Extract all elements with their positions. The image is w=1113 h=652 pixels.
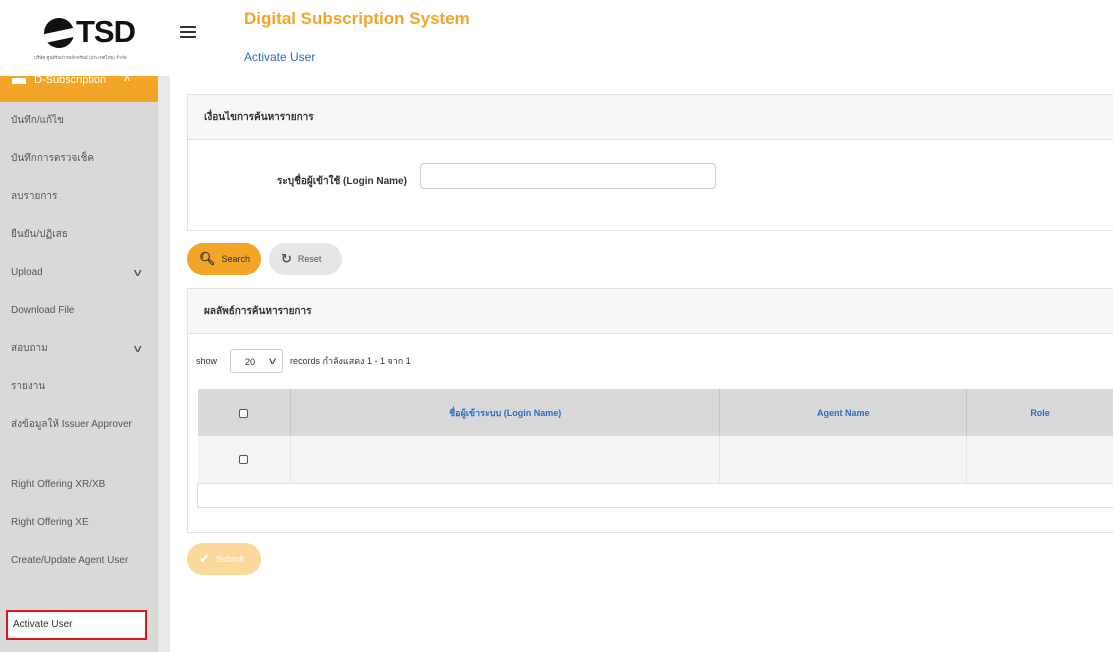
search-results-title: ผลลัพธ์การค้นหารายการ — [188, 289, 1113, 334]
search-results-panel: ผลลัพธ์การค้นหารายการ show 20 v records … — [187, 288, 1113, 533]
chevron-down-icon: v — [269, 356, 276, 367]
check-icon: ✔ — [199, 551, 210, 566]
login-name-label: ระบุชื่อผู้เข้าใช้ (Login Name) — [277, 176, 407, 187]
sidebar-item-record-check[interactable]: บันทึกการตรวจเช็ค — [0, 140, 158, 178]
agent-name-cell — [719, 436, 968, 484]
sidebar-item-inquiry[interactable]: สอบถาม v — [0, 330, 158, 368]
sidebar-item-record-edit[interactable]: บันทึก/แก้ไข — [0, 102, 158, 140]
results-table: ชื่อผู้เข้าระบบ (Login Name) Agent Name … — [197, 389, 1113, 508]
logo-mark-icon — [44, 18, 74, 48]
chevron-down-icon: v — [133, 267, 142, 279]
search-button[interactable]: 🔍︎ Search — [187, 243, 261, 275]
page-title: Activate User — [244, 50, 316, 64]
logo-text: TSD — [76, 14, 136, 49]
logo-subtitle: บริษัท ศูนย์รับฝากหลักทรัพย์ (ประเทศไทย)… — [34, 55, 127, 60]
select-all-checkbox[interactable] — [239, 408, 249, 418]
sidebar-item-delete[interactable]: ลบรายการ — [0, 178, 158, 216]
chevron-down-icon: v — [133, 343, 142, 355]
sidebar-item-create-update-agent-user[interactable]: Create/Update Agent User — [0, 542, 158, 602]
sidebar-item-download-file[interactable]: Download File — [0, 292, 158, 330]
main-content: เงื่อนไขการค้นหารายการ ระบุชื่อผู้เข้าใช… — [170, 76, 1113, 652]
row-select-cell — [197, 436, 291, 484]
column-login-name[interactable]: ชื่อผู้เข้าระบบ (Login Name) — [290, 389, 721, 436]
table-row — [197, 436, 1113, 484]
sidebar-item-activate-user[interactable]: Activate User — [6, 610, 147, 640]
search-criteria-panel: เงื่อนไขการค้นหารายการ ระบุชื่อผู้เข้าใช… — [187, 94, 1113, 231]
select-all-header — [197, 389, 291, 436]
table-footer-row — [197, 482, 1113, 508]
reset-button[interactable]: ↻ Reset — [269, 243, 342, 275]
refresh-icon: ↻ — [281, 251, 292, 266]
sidebar-item-upload[interactable]: Upload v — [0, 254, 158, 292]
records-info: records กำลังแสดง 1 - 1 จาก 1 — [290, 356, 411, 366]
sidebar-group-d-subscription[interactable]: D-Subscription ^ — [0, 76, 158, 102]
column-role[interactable]: Role — [966, 389, 1113, 436]
sidebar-item-confirm-reject[interactable]: ยืนยัน/ปฏิเสธ — [0, 216, 158, 254]
folder-icon — [12, 78, 26, 84]
search-criteria-title: เงื่อนไขการค้นหารายการ — [188, 95, 1113, 140]
login-name-input[interactable] — [420, 163, 716, 189]
page-size-select[interactable]: 20 v — [230, 349, 283, 373]
row-checkbox[interactable] — [239, 454, 249, 464]
column-agent-name[interactable]: Agent Name — [719, 389, 968, 436]
login-name-cell — [290, 436, 721, 484]
sidebar-scrollbar[interactable] — [158, 76, 170, 652]
show-label: show — [196, 356, 218, 366]
sidebar-item-send-issuer-approver[interactable]: ส่งข้อมูลให้ Issuer Approver — [0, 406, 158, 466]
hamburger-icon[interactable] — [180, 26, 196, 38]
sidebar-group-label: D-Subscription — [34, 76, 107, 86]
submit-button[interactable]: ✔ Submit — [187, 543, 261, 575]
sidebar-item-report[interactable]: รายงาน — [0, 368, 158, 406]
sidebar-item-right-offering-xe[interactable]: Right Offering XE — [0, 504, 158, 542]
search-icon: 🔍︎ — [199, 251, 216, 266]
top-bar: TSD บริษัท ศูนย์รับฝากหลักทรัพย์ (ประเทศ… — [0, 0, 1113, 76]
chevron-up-icon: ^ — [124, 76, 131, 87]
table-header-row: ชื่อผู้เข้าระบบ (Login Name) Agent Name … — [197, 389, 1113, 436]
sidebar: D-Subscription ^ บันทึก/แก้ไข บันทึกการต… — [0, 76, 158, 652]
tsd-logo: TSD บริษัท ศูนย์รับฝากหลักทรัพย์ (ประเทศ… — [0, 0, 158, 76]
sidebar-item-right-offering-xr-xb[interactable]: Right Offering XR/XB — [0, 466, 158, 504]
app-title: Digital Subscription System — [244, 9, 470, 28]
role-cell — [966, 436, 1113, 484]
